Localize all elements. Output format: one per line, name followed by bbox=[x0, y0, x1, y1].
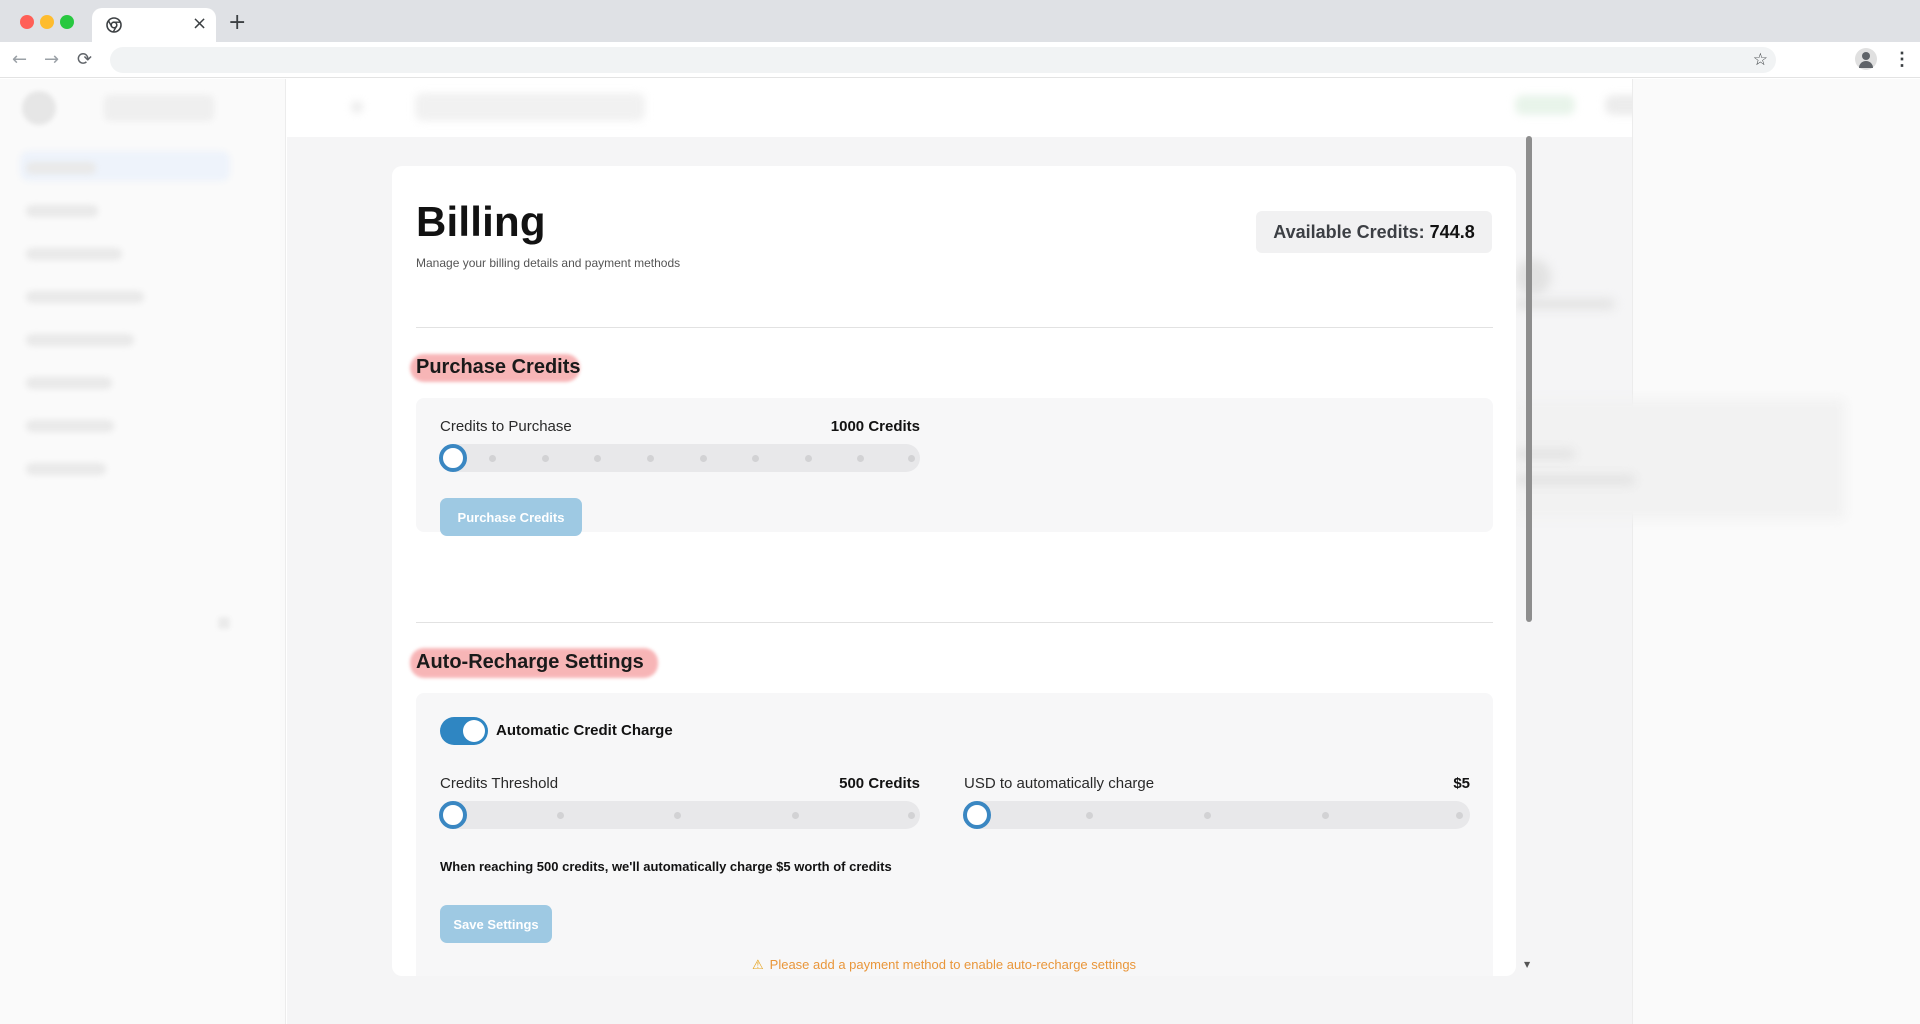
auto-recharge-card: Automatic Credit Charge Credits Threshol… bbox=[416, 693, 1493, 976]
toggle-knob bbox=[463, 720, 485, 742]
auto-recharge-explainer: When reaching 500 credits, we'll automat… bbox=[440, 859, 892, 874]
credits-threshold-slider[interactable] bbox=[439, 801, 920, 829]
sidebar-item bbox=[26, 334, 134, 346]
credits-to-purchase-value: 1000 Credits bbox=[830, 418, 920, 435]
slider-step-dot bbox=[857, 455, 864, 462]
automatic-credit-charge-toggle[interactable] bbox=[440, 717, 488, 745]
available-credits-value: 744.8 bbox=[1429, 221, 1475, 242]
save-settings-button[interactable]: Save Settings bbox=[440, 905, 552, 943]
credits-to-purchase-slider[interactable] bbox=[439, 444, 920, 472]
slider-step-dot bbox=[908, 812, 915, 819]
section-divider bbox=[416, 327, 1493, 328]
available-credits-badge: Available Credits: 744.8 bbox=[1256, 211, 1492, 253]
bookmark-star-icon[interactable]: ☆ bbox=[1753, 50, 1768, 70]
panel-blob bbox=[1515, 475, 1635, 485]
slider-step-dot bbox=[792, 812, 799, 819]
sidebar-item bbox=[26, 463, 106, 475]
tab-close-icon[interactable]: × bbox=[192, 15, 207, 33]
slider-thumb[interactable] bbox=[439, 801, 467, 829]
slider-step-dot bbox=[700, 455, 707, 462]
payment-method-warning: ⚠ Please add a payment method to enable a… bbox=[752, 957, 1136, 973]
right-panel bbox=[1515, 79, 1920, 1024]
slider-step-dot bbox=[752, 455, 759, 462]
credits-threshold-label: Credits Threshold bbox=[440, 775, 559, 792]
slider-step-dot bbox=[908, 455, 915, 462]
section-divider bbox=[416, 622, 1493, 623]
window-minimize-button[interactable] bbox=[40, 15, 54, 29]
modal-scrollbar[interactable] bbox=[1526, 136, 1532, 622]
slider-step-dot bbox=[557, 812, 564, 819]
sidebar-collapse-icon bbox=[218, 617, 230, 629]
page-title: Billing bbox=[416, 198, 546, 245]
page-subtitle: Manage your billing details and payment … bbox=[416, 256, 681, 270]
panel-blob bbox=[1515, 449, 1575, 459]
forward-icon[interactable]: → bbox=[44, 51, 59, 69]
panel-blob bbox=[1515, 259, 1551, 295]
sidebar-item bbox=[26, 420, 114, 432]
purchase-credits-heading: Purchase Credits bbox=[416, 356, 581, 378]
slider-step-dot bbox=[674, 812, 681, 819]
avatar-head bbox=[1862, 52, 1870, 60]
header-icon bbox=[351, 101, 363, 113]
slider-step-dot bbox=[542, 455, 549, 462]
available-credits-label: Available Credits: bbox=[1273, 221, 1425, 242]
avatar-body bbox=[1859, 61, 1873, 68]
slider-step-dot bbox=[489, 455, 496, 462]
usd-auto-charge-slider[interactable] bbox=[963, 801, 1470, 829]
scroll-down-arrow-icon[interactable]: ▼ bbox=[1524, 960, 1530, 969]
browser-tabstrip: × + bbox=[0, 0, 1920, 42]
auto-recharge-heading: Auto-Recharge Settings bbox=[416, 651, 644, 673]
slider-thumb[interactable] bbox=[963, 801, 991, 829]
chrome-icon bbox=[106, 17, 122, 33]
sidebar-item bbox=[26, 291, 144, 303]
slider-step-dot bbox=[1322, 812, 1329, 819]
slider-step-dot bbox=[1456, 812, 1463, 819]
slider-thumb[interactable] bbox=[439, 444, 467, 472]
sidebar-item bbox=[26, 248, 122, 260]
usd-auto-charge-label: USD to automatically charge bbox=[964, 775, 1155, 792]
billing-modal: Billing Manage your billing details and … bbox=[392, 166, 1516, 976]
purchase-credits-card: Credits to Purchase 1000 Credits Purchas… bbox=[416, 398, 1493, 536]
window-maximize-button[interactable] bbox=[60, 15, 74, 29]
sidebar-item bbox=[26, 162, 96, 174]
workspace-selector bbox=[104, 95, 214, 121]
warning-icon: ⚠ bbox=[752, 957, 764, 972]
usd-auto-charge-value: $5 bbox=[1453, 775, 1470, 792]
browser-toolbar: ← → ⟳ ☆ ⋮ bbox=[0, 42, 1920, 78]
slider-step-dot bbox=[805, 455, 812, 462]
panel-card bbox=[1515, 399, 1845, 519]
new-tab-button[interactable]: + bbox=[228, 12, 246, 34]
header-status bbox=[1515, 95, 1575, 115]
header-search bbox=[415, 93, 645, 121]
sidebar-item bbox=[26, 205, 98, 217]
sidebar-item bbox=[26, 377, 112, 389]
purchase-credits-button[interactable]: Purchase Credits bbox=[440, 498, 582, 536]
browser-menu-icon[interactable]: ⋮ bbox=[1893, 50, 1911, 68]
credits-to-purchase-label: Credits to Purchase bbox=[440, 418, 572, 435]
back-icon[interactable]: ← bbox=[12, 51, 27, 69]
slider-step-dot bbox=[1086, 812, 1093, 819]
slider-step-dot bbox=[1204, 812, 1211, 819]
window-close-button[interactable] bbox=[20, 15, 34, 29]
automatic-credit-charge-label: Automatic Credit Charge bbox=[496, 722, 673, 739]
app-logo bbox=[22, 91, 56, 125]
profile-avatar-icon[interactable] bbox=[1855, 48, 1877, 70]
address-bar[interactable]: ☆ bbox=[110, 47, 1776, 73]
app-sidebar bbox=[0, 79, 286, 1024]
credits-threshold-value: 500 Credits bbox=[839, 775, 920, 792]
payment-method-warning-text: Please add a payment method to enable au… bbox=[769, 957, 1137, 972]
slider-step-dot bbox=[594, 455, 601, 462]
reload-icon[interactable]: ⟳ bbox=[77, 51, 92, 69]
slider-step-dot bbox=[647, 455, 654, 462]
browser-tab[interactable]: × bbox=[92, 8, 216, 42]
